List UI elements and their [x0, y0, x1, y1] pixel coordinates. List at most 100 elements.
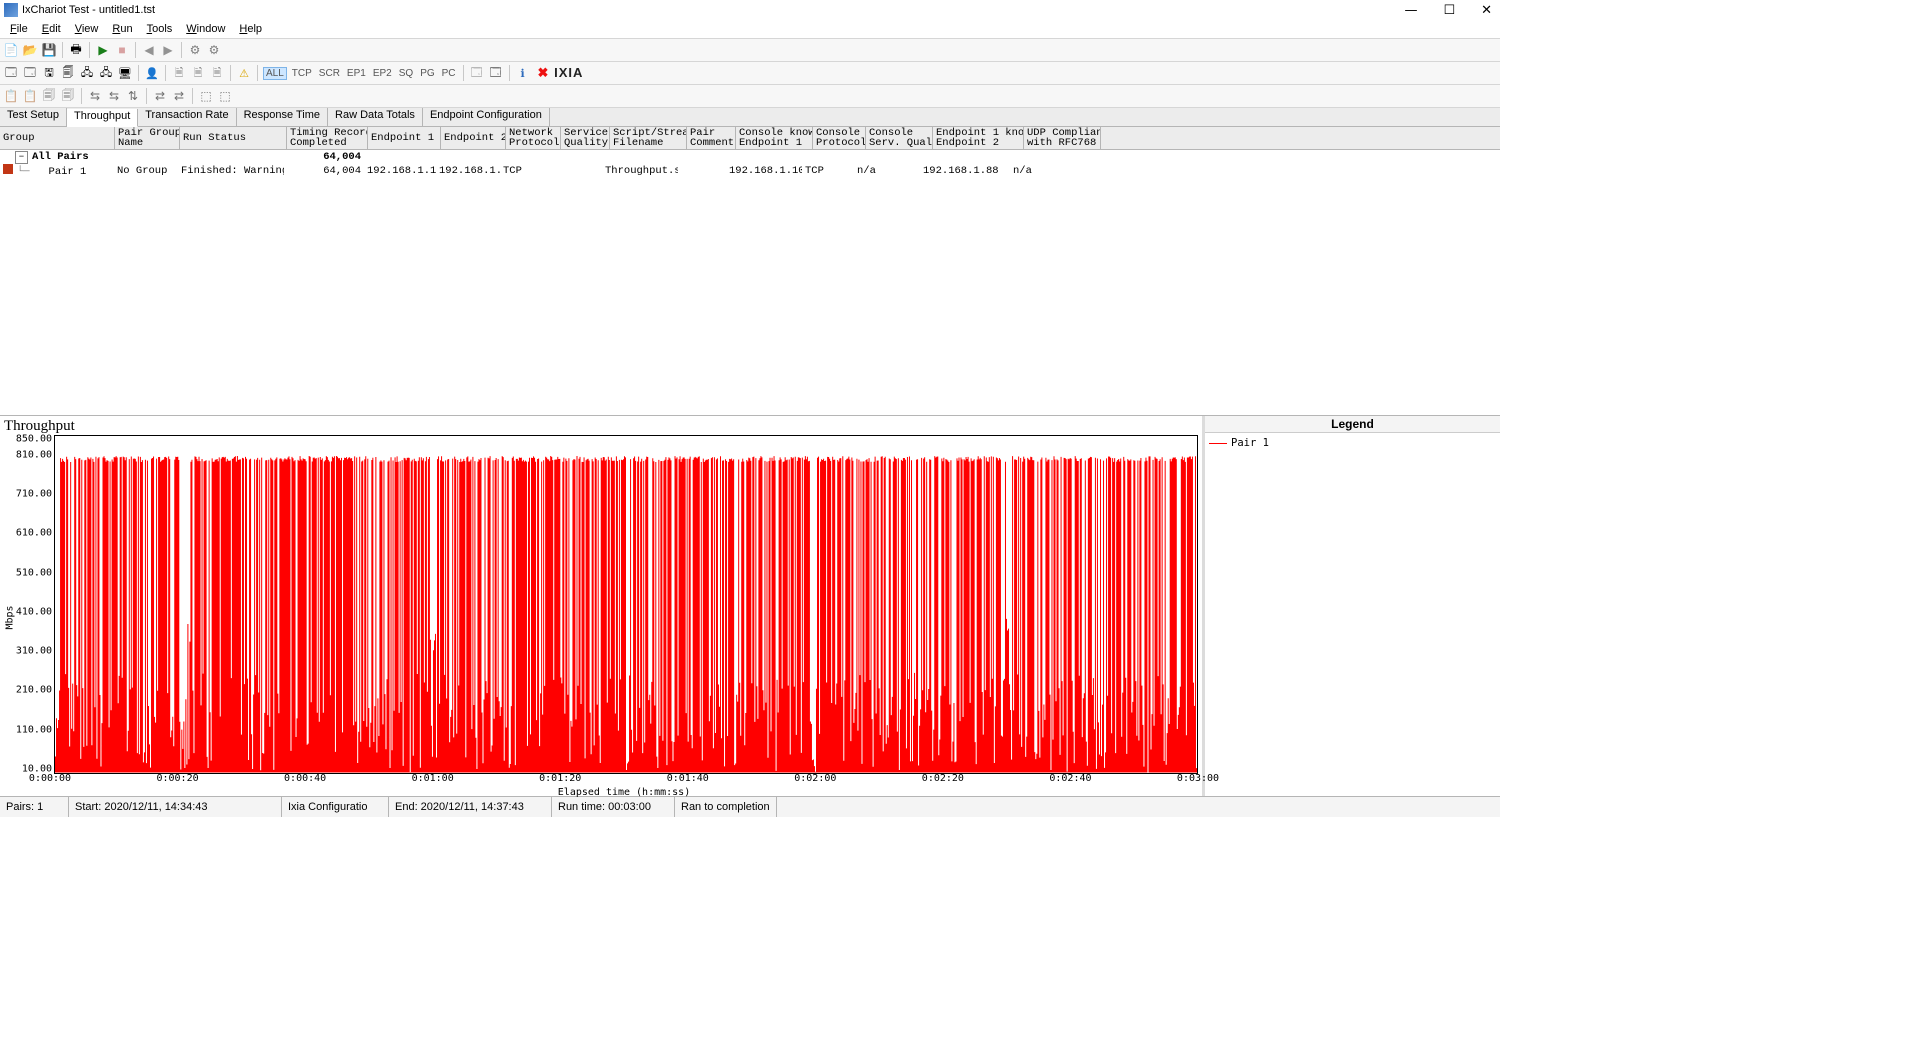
menu-help[interactable]: Help — [233, 22, 268, 36]
tb2-icon-4[interactable]: 🗐 — [60, 65, 76, 81]
tb3-icon-6[interactable]: ⇆ — [106, 88, 122, 104]
tb2-icon-10[interactable]: 🗎 — [190, 65, 206, 81]
column-header[interactable]: Endpoint 2 — [441, 127, 506, 149]
filter-tcp[interactable]: TCP — [290, 68, 314, 79]
close-button[interactable]: ✕ — [1477, 3, 1496, 18]
cell-proto: TCP — [500, 165, 554, 177]
fwd-icon[interactable]: ▶ — [160, 42, 176, 58]
stop-icon[interactable]: ■ — [114, 42, 130, 58]
tb2-icon-6[interactable]: 🖧 — [98, 65, 114, 81]
cell-ep1: 192.168.1.109 — [364, 165, 436, 177]
tb3-icon-3[interactable]: 🗐 — [41, 88, 57, 104]
legend-title: Legend — [1205, 416, 1500, 433]
filter-pg[interactable]: PG — [418, 68, 436, 79]
row-all-pairs[interactable]: −All Pairs 64,004 — [0, 150, 1500, 164]
column-header[interactable]: UDP Compliant with RFC768 — [1024, 127, 1101, 149]
tb2-icon-9[interactable]: 🗎 — [171, 65, 187, 81]
cell-group: Pair 1 — [49, 166, 87, 178]
grid-header: GroupPair Group NameRun StatusTiming Rec… — [0, 127, 1500, 150]
column-header[interactable]: Timing Records Completed — [287, 127, 368, 149]
tab-response-time[interactable]: Response Time — [237, 108, 328, 126]
column-header[interactable]: Pair Group Name — [115, 127, 180, 149]
new-icon[interactable]: 📄 — [3, 42, 19, 58]
tab-test-setup[interactable]: Test Setup — [0, 108, 67, 126]
menu-view[interactable]: View — [69, 22, 105, 36]
tb2-icon-7[interactable]: 🖥 — [117, 65, 133, 81]
tb3-icon-7[interactable]: ⇅ — [125, 88, 141, 104]
tb3-paste-icon[interactable]: 📋 — [22, 88, 38, 104]
column-header[interactable]: Run Status — [180, 127, 287, 149]
tree-collapse-icon[interactable]: − — [15, 151, 28, 164]
column-header[interactable]: Pair Comment — [687, 127, 736, 149]
filter-ep2[interactable]: EP2 — [371, 68, 394, 79]
chart-plot-area[interactable] — [54, 435, 1198, 774]
tb3-icon-10[interactable]: ⬚ — [198, 88, 214, 104]
maximize-button[interactable]: ☐ — [1439, 3, 1459, 18]
row-pair-1[interactable]: └─ Pair 1 No Group Finished: Warning(s) … — [0, 164, 1500, 178]
run-icon[interactable]: ▶ — [95, 42, 111, 58]
cell-e1kep2: 192.168.1.88 — [920, 165, 1010, 177]
toolbar-edit: 📋 📋 🗐 🗐 ⇆ ⇆ ⇅ ⇄ ⇄ ⬚ ⬚ — [0, 85, 1500, 108]
tb2-icon-13[interactable]: 🗔 — [469, 65, 485, 81]
grid-body[interactable]: −All Pairs 64,004 └─ Pair 1 No Group Fin… — [0, 150, 1500, 416]
tb2-icon-8[interactable]: 👤 — [144, 65, 160, 81]
filter-all[interactable]: ALL — [263, 67, 287, 80]
column-header[interactable]: Network Protocol — [506, 127, 561, 149]
column-header[interactable]: Console Serv. Qual. — [866, 127, 933, 149]
chart-title: Throughput — [4, 418, 1198, 435]
toolbar-filters: 🗔 🗔 🖫 🗐 🖧 🖧 🖥 👤 🗎 🗎 🗎 ⚠ ALL TCP SCR EP1 … — [0, 62, 1500, 85]
menu-file[interactable]: File — [4, 22, 34, 36]
tb2-icon-11[interactable]: 🗎 — [209, 65, 225, 81]
tab-transaction-rate[interactable]: Transaction Rate — [138, 108, 236, 126]
filter-scr[interactable]: SCR — [317, 68, 342, 79]
cell-ckep1: 192.168.1.109 — [726, 165, 802, 177]
tb2-icon-1[interactable]: 🗔 — [3, 65, 19, 81]
menu-tools[interactable]: Tools — [141, 22, 179, 36]
column-header[interactable]: Console knows Endpoint 1 — [736, 127, 813, 149]
legend-line-icon — [1209, 443, 1227, 444]
minimize-button[interactable]: — — [1400, 3, 1421, 18]
filter-sq[interactable]: SQ — [397, 68, 415, 79]
column-header[interactable]: Endpoint 1 — [368, 127, 441, 149]
tb3-icon-5[interactable]: ⇆ — [87, 88, 103, 104]
filter-pc[interactable]: PC — [440, 68, 458, 79]
legend-body[interactable]: Pair 1 — [1205, 433, 1500, 796]
column-header[interactable]: Endpoint 1 knows Endpoint 2 — [933, 127, 1024, 149]
menu-edit[interactable]: Edit — [36, 22, 67, 36]
tb3-icon-8[interactable]: ⇄ — [152, 88, 168, 104]
all-pairs-timing: 64,004 — [284, 151, 364, 163]
filter-ep1[interactable]: EP1 — [345, 68, 368, 79]
column-header[interactable]: Console Protocol — [813, 127, 866, 149]
tb3-icon-9[interactable]: ⇄ — [171, 88, 187, 104]
tb2-icon-3[interactable]: 🖫 — [41, 65, 57, 81]
tool-icon[interactable]: ⚙ — [187, 42, 203, 58]
tb2-icon-5[interactable]: 🖧 — [79, 65, 95, 81]
tool2-icon[interactable]: ⚙ — [206, 42, 222, 58]
column-header[interactable]: Service Quality — [561, 127, 610, 149]
tb2-icon-2[interactable]: 🗔 — [22, 65, 38, 81]
chart-zone: Throughput Mbps 10.00110.00210.00310.004… — [0, 416, 1500, 796]
tb2-icon-12[interactable]: ⚠ — [236, 65, 252, 81]
menu-bar: File Edit View Run Tools Window Help — [0, 20, 1500, 38]
open-icon[interactable]: 📂 — [22, 42, 38, 58]
column-header[interactable]: Script/Stream Filename — [610, 127, 687, 149]
column-header[interactable]: Group — [0, 127, 115, 149]
status-end: End: 2020/12/11, 14:37:43 — [389, 797, 552, 817]
tab-raw-data-totals[interactable]: Raw Data Totals — [328, 108, 423, 126]
tb3-icon-11[interactable]: ⬚ — [217, 88, 233, 104]
cell-run-status: Finished: Warning(s) — [178, 165, 284, 177]
back-icon[interactable]: ◀ — [141, 42, 157, 58]
print-icon[interactable]: 🖶 — [68, 42, 84, 58]
cell-ep2: 192.168.1.88 — [436, 165, 500, 177]
tb3-copy-icon[interactable]: 📋 — [3, 88, 19, 104]
menu-window[interactable]: Window — [180, 22, 231, 36]
app-icon — [4, 3, 18, 17]
tb3-icon-4[interactable]: 🗐 — [60, 88, 76, 104]
menu-run[interactable]: Run — [106, 22, 138, 36]
tb2-icon-14[interactable]: 🗔 — [488, 65, 504, 81]
tab-throughput[interactable]: Throughput — [67, 109, 138, 127]
info-icon[interactable]: ℹ — [515, 65, 531, 81]
legend-item-pair1[interactable]: Pair 1 — [1209, 437, 1496, 449]
tab-endpoint-config[interactable]: Endpoint Configuration — [423, 108, 550, 126]
save-icon[interactable]: 💾 — [41, 42, 57, 58]
